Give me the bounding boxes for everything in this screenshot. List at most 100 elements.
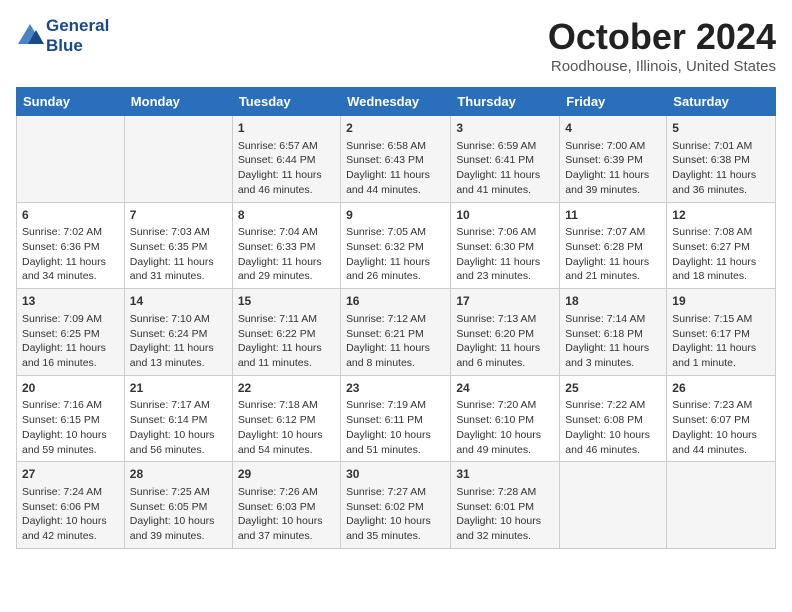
daylight-text: Daylight: 10 hours and 39 minutes. [130, 514, 227, 543]
daylight-text: Daylight: 11 hours and 34 minutes. [22, 255, 119, 284]
sunset-text: Sunset: 6:14 PM [130, 413, 227, 428]
daylight-text: Daylight: 11 hours and 13 minutes. [130, 341, 227, 370]
sunset-text: Sunset: 6:20 PM [456, 327, 554, 342]
calendar-cell: 18Sunrise: 7:14 AMSunset: 6:18 PMDayligh… [560, 289, 667, 376]
calendar-cell: 21Sunrise: 7:17 AMSunset: 6:14 PMDayligh… [124, 375, 232, 462]
calendar-cell: 1Sunrise: 6:57 AMSunset: 6:44 PMDaylight… [232, 116, 340, 203]
sunset-text: Sunset: 6:21 PM [346, 327, 445, 342]
calendar-cell: 7Sunrise: 7:03 AMSunset: 6:35 PMDaylight… [124, 202, 232, 289]
sunrise-text: Sunrise: 7:28 AM [456, 485, 554, 500]
calendar-cell: 29Sunrise: 7:26 AMSunset: 6:03 PMDayligh… [232, 462, 340, 549]
day-number: 26 [672, 380, 770, 397]
calendar-cell: 13Sunrise: 7:09 AMSunset: 6:25 PMDayligh… [17, 289, 125, 376]
sunset-text: Sunset: 6:43 PM [346, 153, 445, 168]
sunset-text: Sunset: 6:11 PM [346, 413, 445, 428]
daylight-text: Daylight: 11 hours and 16 minutes. [22, 341, 119, 370]
sunrise-text: Sunrise: 7:11 AM [238, 312, 335, 327]
sunrise-text: Sunrise: 7:19 AM [346, 398, 445, 413]
sunset-text: Sunset: 6:18 PM [565, 327, 661, 342]
sunset-text: Sunset: 6:27 PM [672, 240, 770, 255]
sunset-text: Sunset: 6:32 PM [346, 240, 445, 255]
sunset-text: Sunset: 6:39 PM [565, 153, 661, 168]
sunset-text: Sunset: 6:12 PM [238, 413, 335, 428]
day-number: 18 [565, 293, 661, 310]
day-number: 17 [456, 293, 554, 310]
day-number: 2 [346, 120, 445, 137]
calendar-cell: 26Sunrise: 7:23 AMSunset: 6:07 PMDayligh… [667, 375, 776, 462]
sunset-text: Sunset: 6:30 PM [456, 240, 554, 255]
calendar-cell: 30Sunrise: 7:27 AMSunset: 6:02 PMDayligh… [341, 462, 451, 549]
day-number: 11 [565, 207, 661, 224]
sunset-text: Sunset: 6:08 PM [565, 413, 661, 428]
logo: General Blue [16, 16, 109, 55]
sunset-text: Sunset: 6:33 PM [238, 240, 335, 255]
sunrise-text: Sunrise: 7:08 AM [672, 225, 770, 240]
calendar-week-row: 6Sunrise: 7:02 AMSunset: 6:36 PMDaylight… [17, 202, 776, 289]
sunrise-text: Sunrise: 7:17 AM [130, 398, 227, 413]
sunset-text: Sunset: 6:10 PM [456, 413, 554, 428]
daylight-text: Daylight: 10 hours and 32 minutes. [456, 514, 554, 543]
calendar-cell: 15Sunrise: 7:11 AMSunset: 6:22 PMDayligh… [232, 289, 340, 376]
daylight-text: Daylight: 10 hours and 56 minutes. [130, 428, 227, 457]
daylight-text: Daylight: 10 hours and 54 minutes. [238, 428, 335, 457]
title-block: October 2024 Roodhouse, Illinois, United… [548, 16, 776, 75]
weekday-header: Saturday [667, 88, 776, 116]
calendar-cell: 17Sunrise: 7:13 AMSunset: 6:20 PMDayligh… [451, 289, 560, 376]
day-number: 30 [346, 466, 445, 483]
day-number: 31 [456, 466, 554, 483]
day-number: 5 [672, 120, 770, 137]
daylight-text: Daylight: 11 hours and 31 minutes. [130, 255, 227, 284]
sunrise-text: Sunrise: 7:20 AM [456, 398, 554, 413]
calendar-week-row: 20Sunrise: 7:16 AMSunset: 6:15 PMDayligh… [17, 375, 776, 462]
day-number: 9 [346, 207, 445, 224]
calendar-cell [560, 462, 667, 549]
sunrise-text: Sunrise: 6:57 AM [238, 139, 335, 154]
sunset-text: Sunset: 6:03 PM [238, 500, 335, 515]
sunrise-text: Sunrise: 7:26 AM [238, 485, 335, 500]
daylight-text: Daylight: 11 hours and 8 minutes. [346, 341, 445, 370]
weekday-header: Thursday [451, 88, 560, 116]
calendar-table: SundayMondayTuesdayWednesdayThursdayFrid… [16, 87, 776, 549]
daylight-text: Daylight: 10 hours and 51 minutes. [346, 428, 445, 457]
day-number: 16 [346, 293, 445, 310]
sunset-text: Sunset: 6:38 PM [672, 153, 770, 168]
sunrise-text: Sunrise: 7:25 AM [130, 485, 227, 500]
daylight-text: Daylight: 11 hours and 1 minute. [672, 341, 770, 370]
sunset-text: Sunset: 6:25 PM [22, 327, 119, 342]
day-number: 7 [130, 207, 227, 224]
calendar-cell: 12Sunrise: 7:08 AMSunset: 6:27 PMDayligh… [667, 202, 776, 289]
logo-text: General Blue [46, 16, 109, 55]
calendar-cell: 22Sunrise: 7:18 AMSunset: 6:12 PMDayligh… [232, 375, 340, 462]
sunset-text: Sunset: 6:44 PM [238, 153, 335, 168]
sunset-text: Sunset: 6:28 PM [565, 240, 661, 255]
daylight-text: Daylight: 11 hours and 6 minutes. [456, 341, 554, 370]
day-number: 10 [456, 207, 554, 224]
calendar-cell: 28Sunrise: 7:25 AMSunset: 6:05 PMDayligh… [124, 462, 232, 549]
calendar-cell: 27Sunrise: 7:24 AMSunset: 6:06 PMDayligh… [17, 462, 125, 549]
daylight-text: Daylight: 10 hours and 37 minutes. [238, 514, 335, 543]
calendar-cell: 2Sunrise: 6:58 AMSunset: 6:43 PMDaylight… [341, 116, 451, 203]
weekday-header: Sunday [17, 88, 125, 116]
daylight-text: Daylight: 11 hours and 44 minutes. [346, 168, 445, 197]
sunset-text: Sunset: 6:35 PM [130, 240, 227, 255]
calendar-cell: 6Sunrise: 7:02 AMSunset: 6:36 PMDaylight… [17, 202, 125, 289]
calendar-cell [17, 116, 125, 203]
sunset-text: Sunset: 6:05 PM [130, 500, 227, 515]
day-number: 15 [238, 293, 335, 310]
day-number: 21 [130, 380, 227, 397]
calendar-cell: 14Sunrise: 7:10 AMSunset: 6:24 PMDayligh… [124, 289, 232, 376]
calendar-week-row: 13Sunrise: 7:09 AMSunset: 6:25 PMDayligh… [17, 289, 776, 376]
weekday-header: Friday [560, 88, 667, 116]
calendar-cell: 8Sunrise: 7:04 AMSunset: 6:33 PMDaylight… [232, 202, 340, 289]
sunrise-text: Sunrise: 7:16 AM [22, 398, 119, 413]
daylight-text: Daylight: 10 hours and 44 minutes. [672, 428, 770, 457]
month-title: October 2024 [548, 16, 776, 58]
weekday-header-row: SundayMondayTuesdayWednesdayThursdayFrid… [17, 88, 776, 116]
daylight-text: Daylight: 10 hours and 59 minutes. [22, 428, 119, 457]
sunrise-text: Sunrise: 7:09 AM [22, 312, 119, 327]
sunrise-text: Sunrise: 7:07 AM [565, 225, 661, 240]
daylight-text: Daylight: 11 hours and 41 minutes. [456, 168, 554, 197]
sunset-text: Sunset: 6:15 PM [22, 413, 119, 428]
sunset-text: Sunset: 6:17 PM [672, 327, 770, 342]
day-number: 23 [346, 380, 445, 397]
